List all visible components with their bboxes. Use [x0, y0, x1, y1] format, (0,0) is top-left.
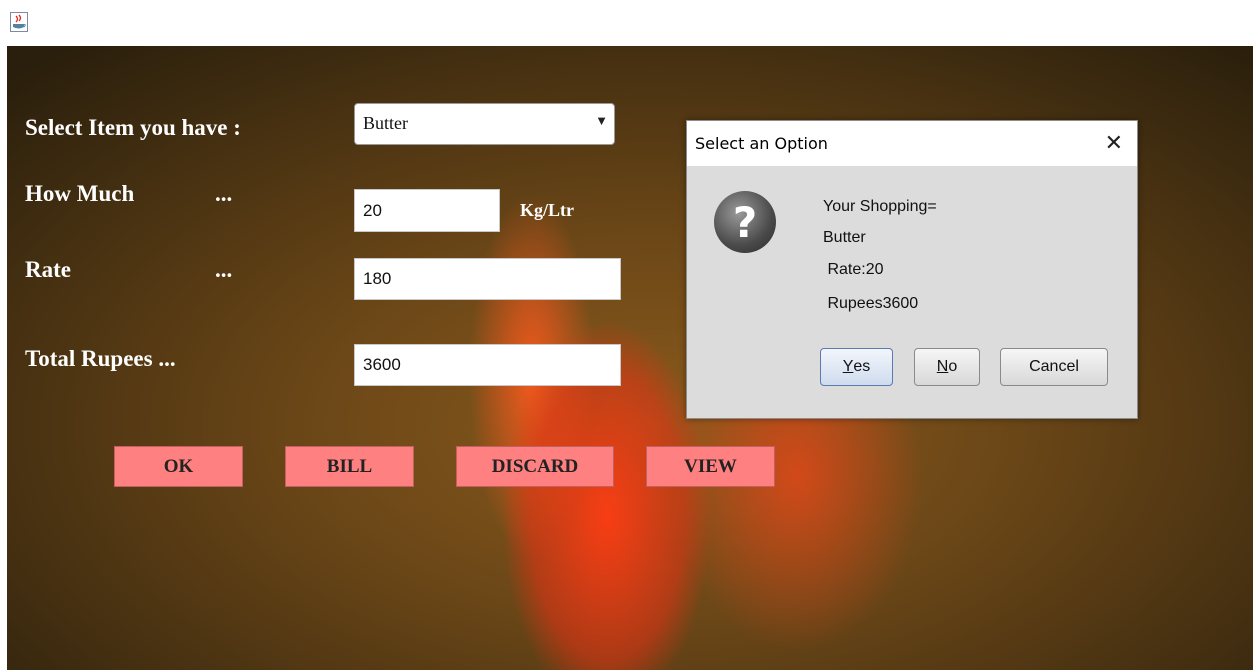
rate-label: Rate — [25, 257, 71, 282]
close-icon[interactable]: ✕ — [1105, 130, 1123, 156]
dialog-message-line-4: Rupees3600 — [823, 295, 919, 312]
total-label: Total Rupees ... — [25, 346, 176, 371]
no-button[interactable]: No — [914, 348, 980, 386]
discard-button[interactable]: DISCARD — [456, 446, 614, 487]
dialog-titlebar: Select an Option ✕ — [687, 121, 1137, 166]
yes-mnemonic: Y — [842, 358, 854, 375]
yes-button[interactable]: Yes — [820, 348, 893, 386]
cancel-button[interactable]: Cancel — [1000, 348, 1108, 386]
quantity-unit: Kg/Ltr — [520, 200, 574, 220]
item-select[interactable]: Butter ▼ — [354, 103, 615, 145]
bill-button[interactable]: BILL — [285, 446, 414, 487]
no-mnemonic: N — [936, 358, 949, 375]
rate-field[interactable]: 180 — [354, 258, 621, 300]
item-label: Select Item you have : — [25, 115, 241, 140]
no-label: o — [948, 358, 958, 375]
option-dialog: Select an Option ✕ ? Your Shopping= Butt… — [686, 120, 1138, 419]
question-icon: ? — [714, 191, 776, 253]
java-icon — [10, 12, 28, 32]
dialog-message-line-2: Butter — [823, 229, 866, 246]
quantity-label: How Much — [25, 181, 135, 206]
yes-label: es — [853, 358, 871, 375]
ok-button[interactable]: OK — [114, 446, 243, 487]
view-button[interactable]: VIEW — [646, 446, 775, 487]
quantity-dots: ... — [215, 181, 233, 206]
dialog-message-line-1: Your Shopping= — [823, 198, 937, 215]
item-select-value: Butter — [363, 113, 408, 133]
window-titlebar — [0, 0, 1253, 46]
rate-dots: ... — [215, 257, 233, 282]
chevron-down-icon[interactable]: ▼ — [595, 113, 608, 129]
dialog-message-line-3: Rate:20 — [823, 261, 884, 278]
quantity-field[interactable]: 20 — [354, 189, 500, 232]
dialog-title: Select an Option — [695, 134, 828, 153]
total-field[interactable]: 3600 — [354, 344, 621, 386]
